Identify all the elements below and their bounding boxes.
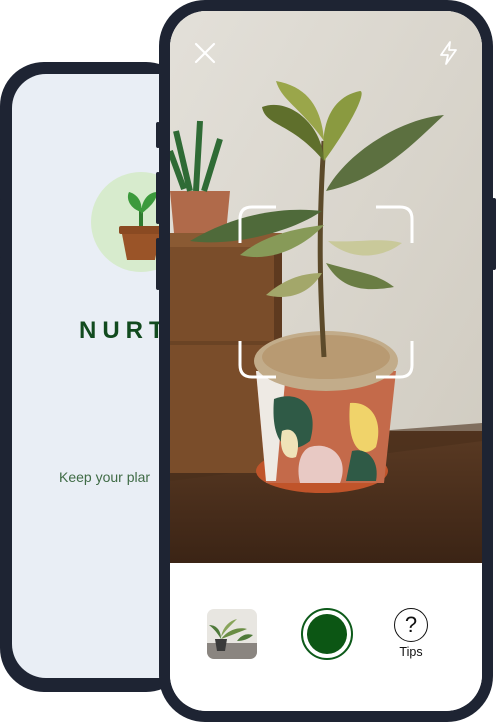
camera-screen: ? Tips — [170, 11, 482, 711]
tips-button[interactable]: ? Tips — [392, 608, 430, 659]
phone-volume-up — [156, 172, 160, 224]
phone-volume-up — [0, 212, 1, 258]
shutter-button[interactable] — [301, 608, 353, 660]
gallery-thumbnail[interactable] — [207, 609, 257, 659]
phone-volume-down — [156, 238, 160, 290]
phone-power-button — [492, 198, 496, 270]
phone-volume-down — [0, 268, 1, 314]
brand-name: NURT — [79, 317, 170, 344]
camera-controls: ? Tips — [170, 563, 482, 711]
close-button[interactable] — [192, 40, 218, 66]
flash-button[interactable] — [436, 40, 462, 66]
camera-phone: ? Tips — [156, 0, 496, 722]
tagline: Keep your plar — [59, 469, 151, 485]
gallery-icon — [207, 609, 257, 659]
close-icon — [194, 42, 216, 64]
tips-label: Tips — [399, 645, 423, 659]
phone-mute-switch — [156, 122, 160, 148]
phone-mute-switch — [0, 170, 1, 200]
flash-icon — [440, 41, 457, 65]
focus-frame — [238, 205, 414, 379]
shutter-inner — [307, 614, 347, 654]
help-icon: ? — [394, 608, 428, 642]
camera-viewfinder — [170, 11, 482, 563]
